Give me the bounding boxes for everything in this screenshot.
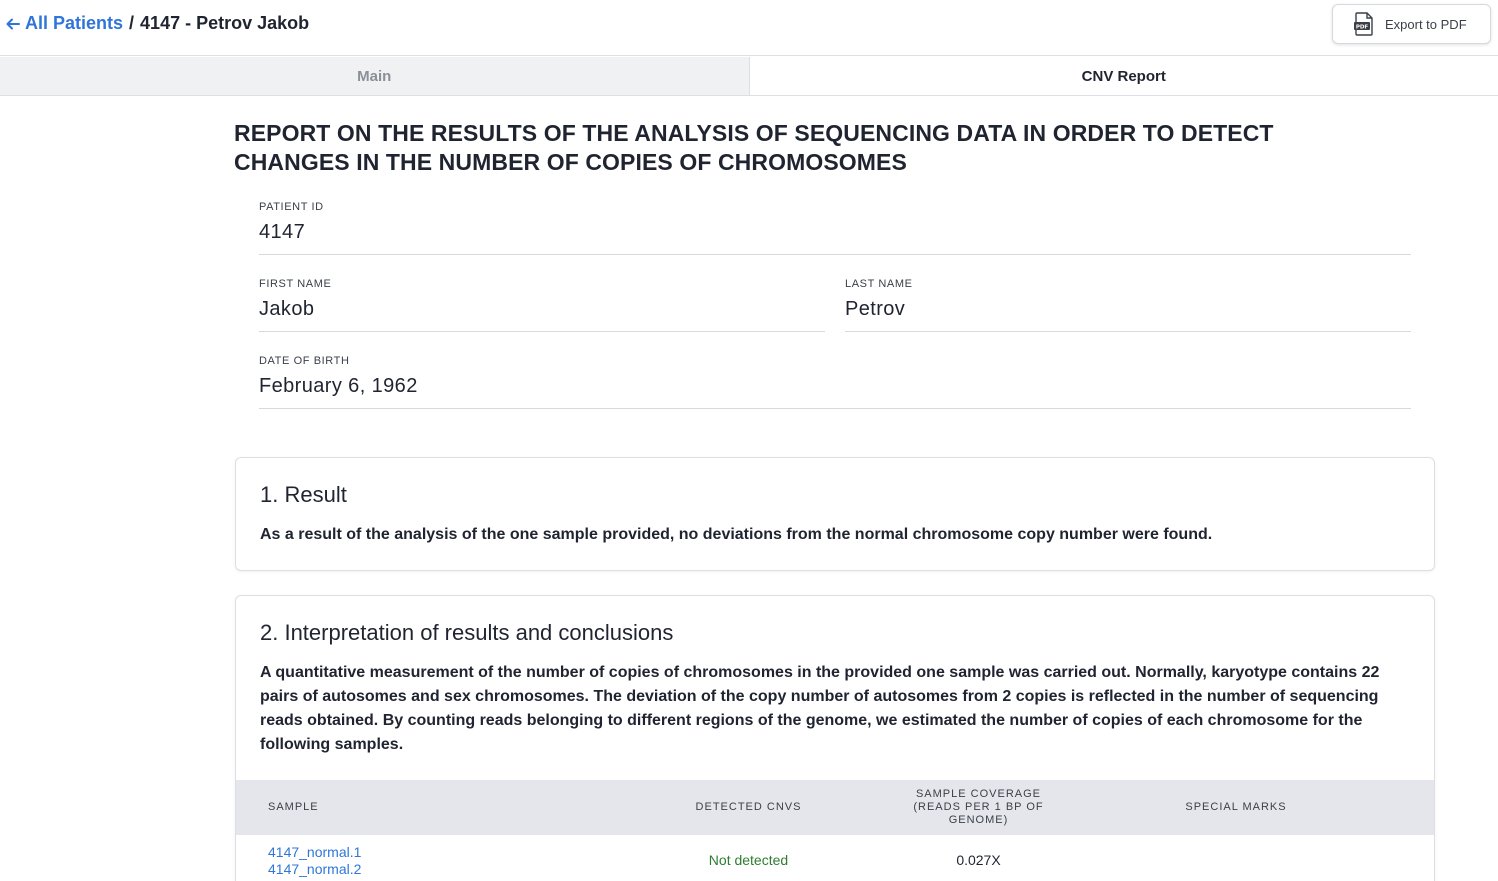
column-header-sample-coverage: SAMPLE COVERAGE (READS PER 1 BP OF GENOM… [913,788,1044,826]
sample-cell: 4147_normal.1 4147_normal.2 [268,844,361,878]
report-title: REPORT ON THE RESULTS OF THE ANALYSIS OF… [234,120,1274,175]
export-to-pdf-button[interactable]: PDF Export to PDF [1332,4,1491,44]
last-name-field: LAST NAME Petrov [845,278,1411,332]
first-name-label: FIRST NAME [259,278,332,290]
export-button-label: Export to PDF [1385,16,1467,32]
date-of-birth-label: DATE OF BIRTH [259,355,350,367]
interpretation-card: 2. Interpretation of results and conclus… [235,595,1435,881]
detected-cnvs-cell: Not detected [708,852,789,868]
column-header-special-marks: SPECIAL MARKS [1185,801,1287,813]
tab-main[interactable]: Main [0,57,750,95]
top-bar: All Patients / 4147 - Petrov Jakob PDF E… [0,0,1498,56]
interpretation-text: A quantitative measurement of the number… [260,664,1380,753]
patient-id-field: PATIENT ID 4147 [259,201,1411,255]
result-heading: 1. Result [260,482,347,507]
column-header-detected-cnvs: DETECTED CNVS [695,801,802,813]
result-text: As a result of the analysis of the one s… [260,526,1213,543]
interpretation-heading: 2. Interpretation of results and conclus… [260,620,674,645]
patient-id-value: 4147 [259,221,306,243]
date-of-birth-field: DATE OF BIRTH February 6, 1962 [259,355,1411,409]
arrow-left-icon [6,18,20,29]
tab-cnv-report[interactable]: CNV Report [749,57,1498,95]
svg-text:PDF: PDF [1356,24,1369,30]
date-of-birth-value: February 6, 1962 [259,375,418,397]
back-link-label: All Patients [25,13,124,33]
breadcrumb: All Patients / 4147 - Petrov Jakob [6,13,309,34]
samples-table-header: SAMPLE DETECTED CNVS SAMPLE COVERAGE (RE… [236,780,1434,835]
last-name-label: LAST NAME [845,278,913,290]
breadcrumb-separator: / [129,13,135,33]
page-title: 4147 - Petrov Jakob [140,13,310,33]
first-name-value: Jakob [259,298,315,320]
back-to-all-patients-link[interactable]: All Patients [6,13,123,34]
sample-link[interactable]: 4147_normal.1 [268,844,361,861]
pdf-file-icon: PDF [1354,12,1373,36]
tab-bar: Main CNV Report [0,57,1498,96]
first-name-field: FIRST NAME Jakob [259,278,825,332]
result-card: 1. Result As a result of the analysis of… [235,457,1435,571]
coverage-cell: 0.027X [956,852,1001,868]
patient-id-label: PATIENT ID [259,201,324,213]
column-header-sample: SAMPLE [268,801,319,813]
sample-link[interactable]: 4147_normal.2 [268,861,361,878]
last-name-value: Petrov [845,298,906,320]
